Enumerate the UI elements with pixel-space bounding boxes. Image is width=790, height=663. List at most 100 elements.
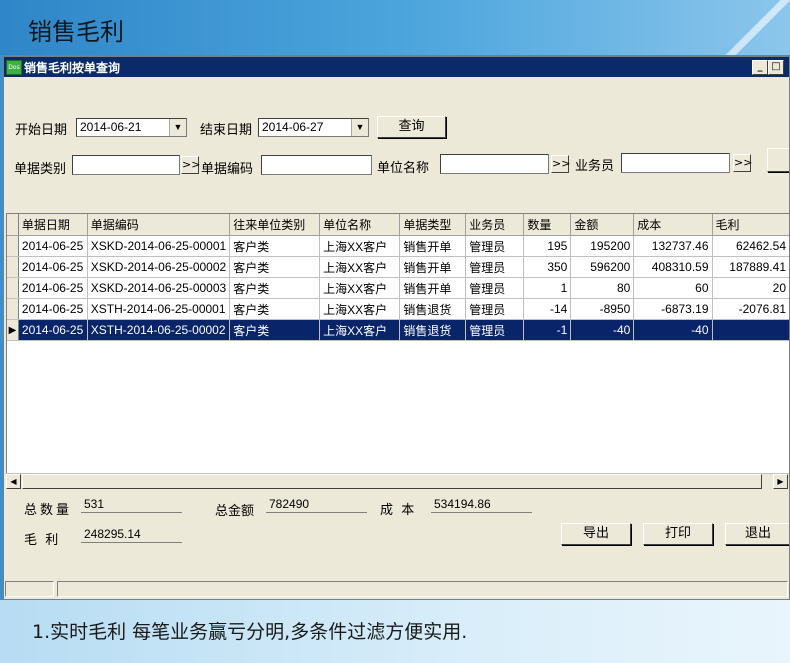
cell-profit: 62462.54	[712, 235, 789, 257]
cost-value: 534194.86	[431, 497, 532, 513]
doc-no-label: 单据编码	[201, 162, 254, 177]
column-header[interactable]: 毛利	[712, 214, 789, 236]
doc-type-input[interactable]	[72, 155, 180, 175]
total-amount-value: 782490	[266, 497, 367, 513]
row-indicator-header	[7, 214, 19, 236]
cell-code: XSKD-2014-06-25-00003	[87, 277, 231, 299]
column-header[interactable]: 往来单位类别	[229, 214, 321, 236]
table-row[interactable]: 2014-06-25 XSKD-2014-06-25-00002 客户类 上海X…	[7, 256, 789, 278]
unit-name-label: 单位名称	[377, 161, 430, 176]
cell-salesman: 管理员	[465, 298, 525, 320]
table-row[interactable]: 2014-06-25 XSTH-2014-06-25-00001 客户类 上海X…	[7, 298, 789, 320]
query-button[interactable]: 查询	[377, 116, 446, 138]
cell-cost: 132737.46	[633, 235, 713, 257]
end-date-value: 2014-06-27	[262, 120, 324, 134]
end-date-picker[interactable]: 2014-06-27 ▼	[258, 118, 369, 137]
doc-type-browse-button[interactable]: >>	[181, 156, 200, 174]
cell-amount: -40	[570, 319, 635, 341]
status-pane	[57, 581, 788, 597]
unit-name-browse-button[interactable]: >>	[551, 155, 570, 173]
top-banner: 销售毛利	[0, 0, 790, 55]
horizontal-scrollbar[interactable]: ◀ ▶	[6, 473, 789, 490]
cell-code: XSTH-2014-06-25-00001	[87, 298, 231, 320]
column-header[interactable]: 单据编码	[87, 214, 231, 236]
extra-button[interactable]	[767, 148, 789, 172]
row-indicator	[7, 298, 19, 320]
cell-unit-type: 客户类	[229, 235, 321, 257]
row-pointer-icon: ▶	[7, 319, 19, 341]
table-row-selected[interactable]: ▶ 2014-06-25 XSTH-2014-06-25-00002 客户类 上…	[7, 319, 789, 341]
cell-profit	[712, 319, 789, 341]
cell-profit: 20	[712, 277, 789, 299]
cell-unit-name: 上海XX客户	[319, 277, 401, 299]
column-header[interactable]: 单据类型	[399, 214, 467, 236]
banner-title: 销售毛利	[28, 18, 124, 46]
cell-salesman: 管理员	[465, 256, 525, 278]
exit-button[interactable]: 退出	[725, 523, 789, 545]
cell-cost: 60	[633, 277, 713, 299]
cell-doc-type: 销售退货	[399, 319, 467, 341]
cell-profit: -2076.81	[712, 298, 789, 320]
column-header[interactable]: 业务员	[465, 214, 525, 236]
scroll-right-icon[interactable]: ▶	[773, 474, 788, 489]
start-date-label: 开始日期	[15, 123, 68, 138]
chevron-down-icon[interactable]: ▼	[169, 119, 186, 136]
cell-unit-name: 上海XX客户	[319, 319, 401, 341]
scrollbar-thumb[interactable]	[22, 474, 762, 489]
column-header[interactable]: 数量	[523, 214, 572, 236]
cell-unit-type: 客户类	[229, 256, 321, 278]
bottom-caption-bar: 1.实时毛利 每笔业务赢亏分明,多条件过滤方便实用.	[0, 600, 790, 663]
column-header[interactable]: 金额	[570, 214, 635, 236]
cell-unit-type: 客户类	[229, 319, 321, 341]
cell-date: 2014-06-25	[18, 298, 88, 320]
chevron-down-icon[interactable]: ▼	[351, 119, 368, 136]
cost-label: 成 本	[380, 503, 415, 518]
status-pane	[5, 581, 54, 597]
cell-unit-type: 客户类	[229, 277, 321, 299]
banner-decoration	[720, 0, 790, 55]
cell-code: XSKD-2014-06-25-00001	[87, 235, 231, 257]
cell-doc-type: 销售开单	[399, 256, 467, 278]
cell-unit-name: 上海XX客户	[319, 298, 401, 320]
table-row[interactable]: 2014-06-25 XSKD-2014-06-25-00001 客户类 上海X…	[7, 235, 789, 257]
cell-unit-type: 客户类	[229, 298, 321, 320]
table-row[interactable]: 2014-06-25 XSKD-2014-06-25-00003 客户类 上海X…	[7, 277, 789, 299]
cell-profit: 187889.41	[712, 256, 789, 278]
salesman-label: 业务员	[575, 159, 615, 174]
maximize-button[interactable]: □	[768, 60, 784, 75]
column-header[interactable]: 单位名称	[319, 214, 401, 236]
column-header[interactable]: 单据日期	[18, 214, 88, 236]
cell-cost: -40	[633, 319, 713, 341]
table-header-row: 单据日期 单据编码 往来单位类别 单位名称 单据类型 业务员 数量 金额 成本 …	[7, 214, 789, 236]
cell-doc-type: 销售开单	[399, 277, 467, 299]
cell-qty: 350	[523, 256, 572, 278]
row-indicator	[7, 277, 19, 299]
minimize-button[interactable]: _	[752, 60, 768, 75]
column-header[interactable]: 成本	[633, 214, 713, 236]
profit-value: 248295.14	[81, 527, 182, 543]
cell-code: XSKD-2014-06-25-00002	[87, 256, 231, 278]
cell-amount: -8950	[570, 298, 635, 320]
cell-salesman: 管理员	[465, 235, 525, 257]
doc-no-input[interactable]	[261, 155, 372, 175]
cell-unit-name: 上海XX客户	[319, 235, 401, 257]
export-button[interactable]: 导出	[561, 523, 631, 545]
scroll-left-icon[interactable]: ◀	[6, 474, 21, 489]
total-qty-label: 总数量	[24, 503, 73, 518]
cell-code: XSTH-2014-06-25-00002	[87, 319, 231, 341]
cell-salesman: 管理员	[465, 319, 525, 341]
cell-qty: 1	[523, 277, 572, 299]
row-indicator	[7, 235, 19, 257]
start-date-picker[interactable]: 2014-06-21 ▼	[76, 118, 187, 137]
unit-name-input[interactable]	[440, 154, 549, 174]
salesman-input[interactable]	[621, 153, 730, 173]
feature-caption: 1.实时毛利 每笔业务赢亏分明,多条件过滤方便实用.	[32, 621, 468, 643]
results-grid[interactable]: 单据日期 单据编码 往来单位类别 单位名称 单据类型 业务员 数量 金额 成本 …	[6, 213, 789, 489]
print-button[interactable]: 打印	[643, 523, 713, 545]
cell-amount: 195200	[570, 235, 635, 257]
cell-qty: -1	[523, 319, 572, 341]
window-title: 销售毛利按单查询	[24, 61, 121, 75]
query-window: Dos 销售毛利按单查询 _ □ 开始日期 2014-06-21 ▼ 结束日期 …	[3, 56, 790, 600]
cell-qty: -14	[523, 298, 572, 320]
salesman-browse-button[interactable]: >>	[733, 154, 752, 172]
